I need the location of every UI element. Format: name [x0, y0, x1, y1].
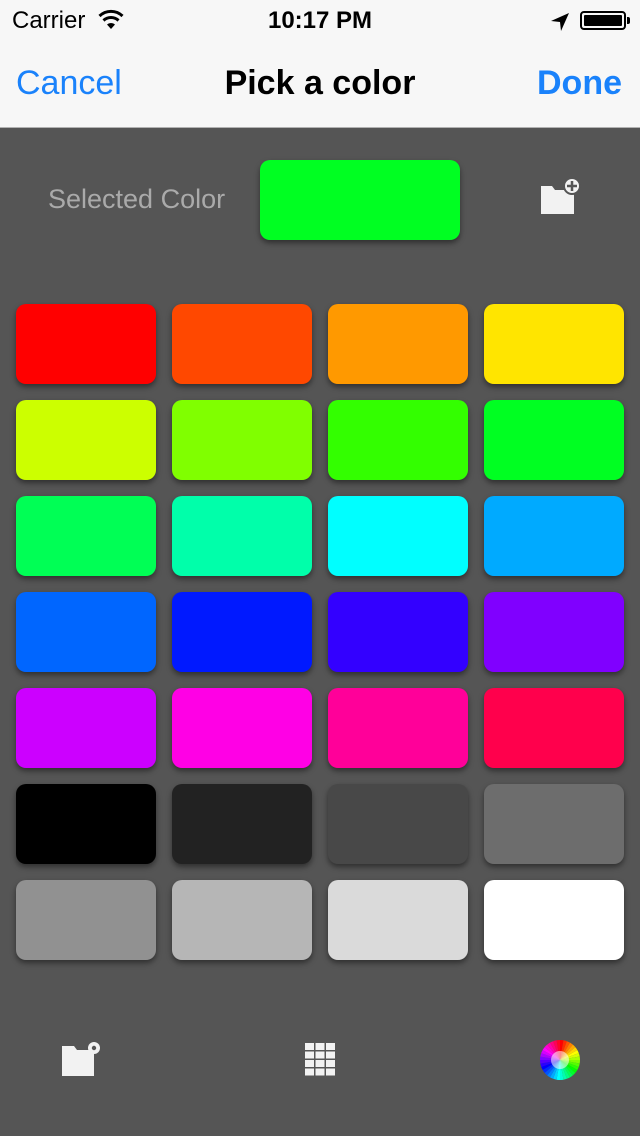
color-swatch[interactable]: [172, 784, 312, 864]
color-swatch[interactable]: [16, 400, 156, 480]
selected-color-swatch: [260, 160, 460, 240]
add-folder-icon[interactable]: [538, 176, 582, 216]
selected-color-label: Selected Color: [48, 184, 226, 214]
status-bar: Carrier 10:17 PM: [0, 0, 640, 40]
color-swatch[interactable]: [328, 496, 468, 576]
color-swatch[interactable]: [484, 496, 624, 576]
color-swatch[interactable]: [16, 304, 156, 384]
color-swatch[interactable]: [172, 304, 312, 384]
color-swatch[interactable]: [16, 496, 156, 576]
color-swatch[interactable]: [484, 592, 624, 672]
color-swatch[interactable]: [172, 496, 312, 576]
status-time: 10:17 PM: [267, 7, 373, 34]
location-arrow-icon: [550, 11, 570, 39]
done-button[interactable]: Done: [537, 64, 622, 103]
color-swatch[interactable]: [328, 880, 468, 960]
color-swatch[interactable]: [172, 400, 312, 480]
top-bar: Carrier 10:17 PM Cancel Pick a color Don…: [0, 0, 640, 128]
color-swatch[interactable]: [484, 880, 624, 960]
color-swatch[interactable]: [484, 400, 624, 480]
color-swatch[interactable]: [16, 784, 156, 864]
folder-settings-icon[interactable]: [56, 1036, 104, 1084]
color-swatch[interactable]: [484, 688, 624, 768]
color-swatch[interactable]: [484, 784, 624, 864]
color-swatch[interactable]: [328, 304, 468, 384]
color-swatch[interactable]: [16, 592, 156, 672]
color-swatch[interactable]: [484, 304, 624, 384]
color-swatch[interactable]: [172, 880, 312, 960]
color-swatch[interactable]: [328, 400, 468, 480]
color-swatch[interactable]: [328, 784, 468, 864]
grid-icon[interactable]: [296, 1036, 344, 1084]
navigation-bar: Cancel Pick a color Done: [0, 40, 640, 128]
color-swatch[interactable]: [16, 688, 156, 768]
color-swatch[interactable]: [172, 592, 312, 672]
color-swatch[interactable]: [172, 688, 312, 768]
color-swatch[interactable]: [16, 880, 156, 960]
battery-icon: [580, 11, 630, 30]
color-swatch[interactable]: [328, 592, 468, 672]
color-swatch[interactable]: [328, 688, 468, 768]
color-wheel-icon[interactable]: [536, 1036, 584, 1084]
